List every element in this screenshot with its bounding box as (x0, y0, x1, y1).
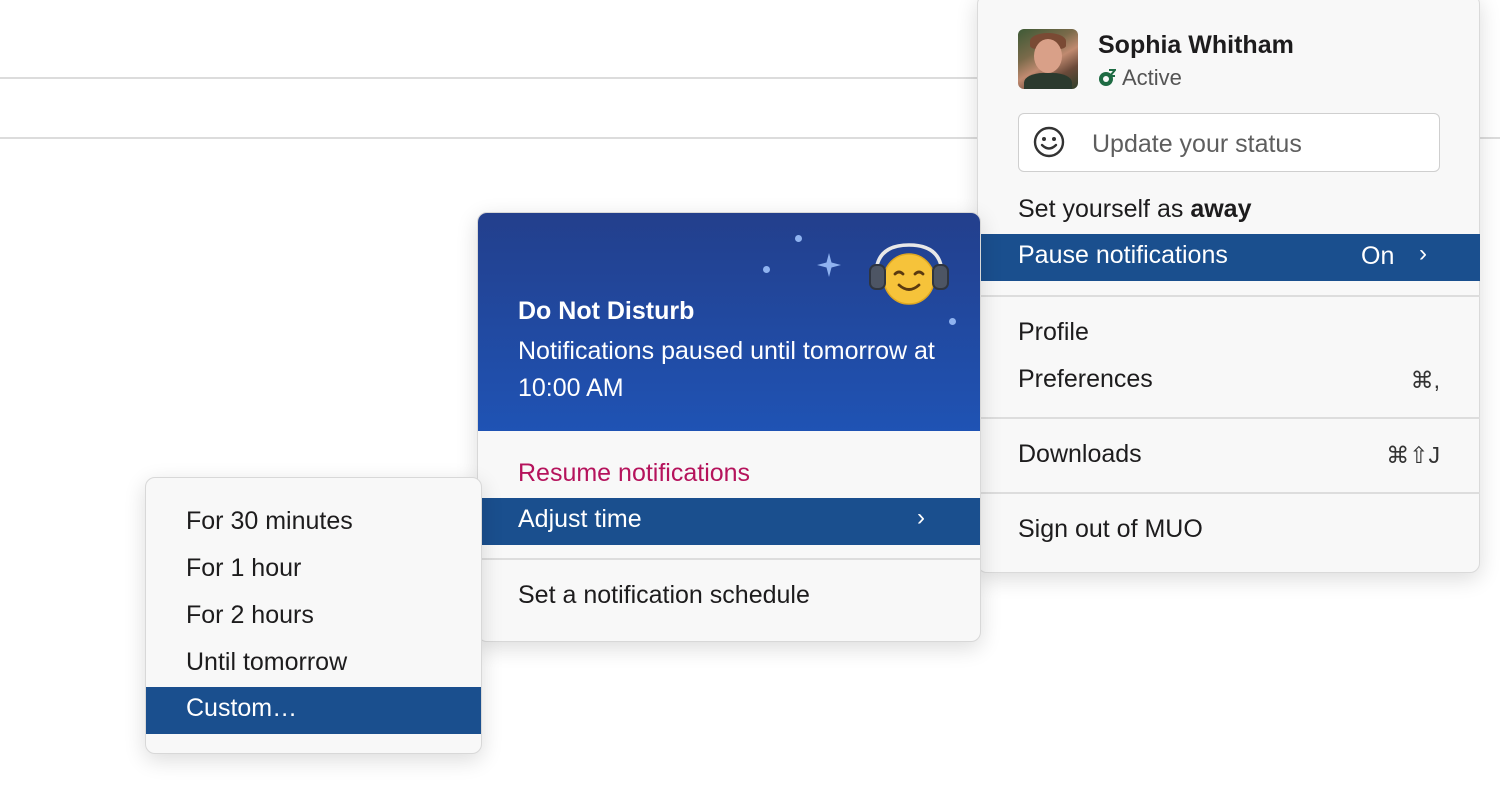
header-divider-top (0, 77, 977, 79)
time-option-custom[interactable]: Custom… (146, 687, 481, 734)
set-away-item[interactable]: Set yourself as away (1018, 195, 1251, 224)
resume-notifications-item[interactable]: Resume notifications (518, 459, 750, 488)
star-dot (949, 318, 956, 325)
time-option-30-minutes[interactable]: For 30 minutes (186, 507, 353, 536)
star-dot (795, 235, 802, 242)
adjust-time-item[interactable]: Adjust time › (481, 498, 980, 545)
dnd-title: Do Not Disturb (518, 297, 695, 325)
profile-item[interactable]: Profile (1018, 318, 1089, 347)
time-option-2-hours[interactable]: For 2 hours (186, 601, 314, 630)
notification-schedule-item[interactable]: Set a notification schedule (518, 581, 810, 610)
header-divider-right (1480, 137, 1500, 139)
update-status-placeholder: Update your status (1092, 130, 1302, 158)
update-status-field[interactable]: Update your status (1018, 113, 1440, 172)
sparkle-icon (817, 253, 841, 277)
time-option-until-tomorrow[interactable]: Until tomorrow (186, 648, 347, 677)
set-away-bold: away (1190, 195, 1252, 223)
active-status-icon (1099, 69, 1116, 86)
profile-menu: Sophia Whitham Active Update your status… (977, 0, 1480, 573)
pause-notifications-label: Pause notifications (1018, 241, 1228, 269)
avatar[interactable] (1018, 29, 1078, 89)
adjust-time-submenu: For 30 minutes For 1 hour For 2 hours Un… (145, 477, 482, 754)
star-dot (763, 266, 770, 273)
chevron-right-icon: › (917, 504, 925, 531)
divider (981, 492, 1480, 494)
headphones-emoji-icon (869, 243, 949, 305)
divider (481, 558, 980, 560)
user-name: Sophia Whitham (1098, 31, 1294, 59)
downloads-shortcut: ⌘⇧J (1386, 442, 1440, 468)
preferences-item[interactable]: Preferences (1018, 365, 1153, 394)
sign-out-item[interactable]: Sign out of MUO (1018, 515, 1203, 544)
adjust-time-label: Adjust time (518, 505, 642, 533)
divider (981, 295, 1480, 297)
dnd-banner: Do Not Disturb Notifications paused unti… (478, 213, 980, 431)
downloads-item[interactable]: Downloads (1018, 440, 1142, 469)
pause-notifications-value: On (1361, 242, 1395, 270)
status-label: Active (1122, 65, 1182, 90)
divider (981, 417, 1480, 419)
header-divider-bottom (0, 137, 977, 139)
set-away-prefix: Set yourself as (1018, 195, 1191, 223)
preferences-shortcut: ⌘, (1410, 367, 1440, 393)
time-option-1-hour[interactable]: For 1 hour (186, 554, 301, 583)
pause-notifications-item[interactable]: Pause notifications On › (981, 234, 1480, 281)
dnd-description: Notifications paused until tomorrow at 1… (518, 337, 935, 402)
time-option-custom-label: Custom… (186, 694, 298, 722)
do-not-disturb-menu: Do Not Disturb Notifications paused unti… (477, 212, 981, 642)
presence-status: Active (1098, 65, 1182, 91)
smile-icon (1033, 126, 1065, 158)
chevron-right-icon: › (1419, 240, 1427, 267)
